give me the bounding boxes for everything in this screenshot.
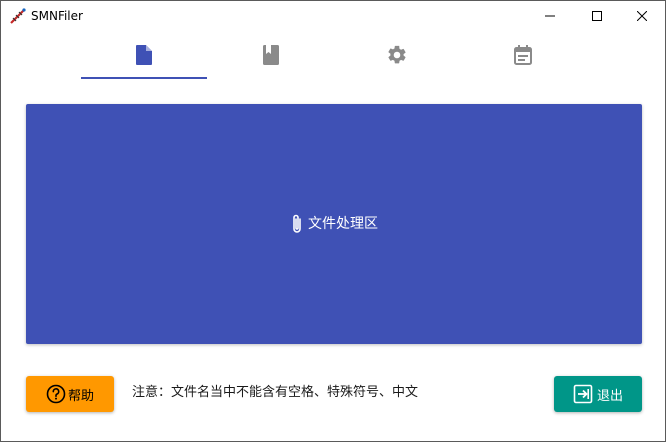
maximize-button[interactable] (574, 1, 620, 31)
active-tab-indicator (81, 77, 207, 79)
tab-files[interactable] (81, 31, 207, 79)
title-bar: SMNFiler (1, 1, 665, 31)
help-circle-icon (46, 384, 66, 404)
exit-button[interactable]: 退出 (554, 376, 642, 412)
minimize-icon (545, 15, 555, 17)
drop-zone-label: 文件处理区 (308, 216, 378, 232)
close-icon (637, 11, 647, 21)
help-button[interactable]: 帮助 (26, 376, 114, 412)
maximize-icon (592, 11, 602, 21)
exit-button-label: 退出 (596, 388, 623, 404)
file-drop-zone[interactable]: 文件处理区 (26, 104, 642, 344)
close-button[interactable] (619, 1, 665, 31)
minimize-button[interactable] (527, 1, 573, 31)
filename-notice: 注意：文件名当中不能含有空格、特殊符号、中文 (132, 385, 419, 400)
calendar-icon (514, 45, 532, 65)
book-icon (263, 45, 279, 65)
window-title: SMNFiler (31, 9, 83, 23)
tab-book[interactable] (208, 31, 334, 79)
file-icon (136, 45, 152, 65)
app-logo-icon (10, 8, 26, 24)
paperclip-icon (293, 214, 301, 233)
tab-bar (1, 31, 665, 83)
help-button-label: 帮助 (67, 388, 94, 404)
gear-icon (388, 45, 406, 64)
tab-settings[interactable] (334, 31, 460, 79)
exit-icon (573, 384, 593, 404)
app-window: SMNFiler 文件处理区 帮助 注意：文件名当中不能含有空格、特殊符号、中文… (0, 0, 666, 442)
tab-calendar[interactable] (460, 31, 586, 79)
